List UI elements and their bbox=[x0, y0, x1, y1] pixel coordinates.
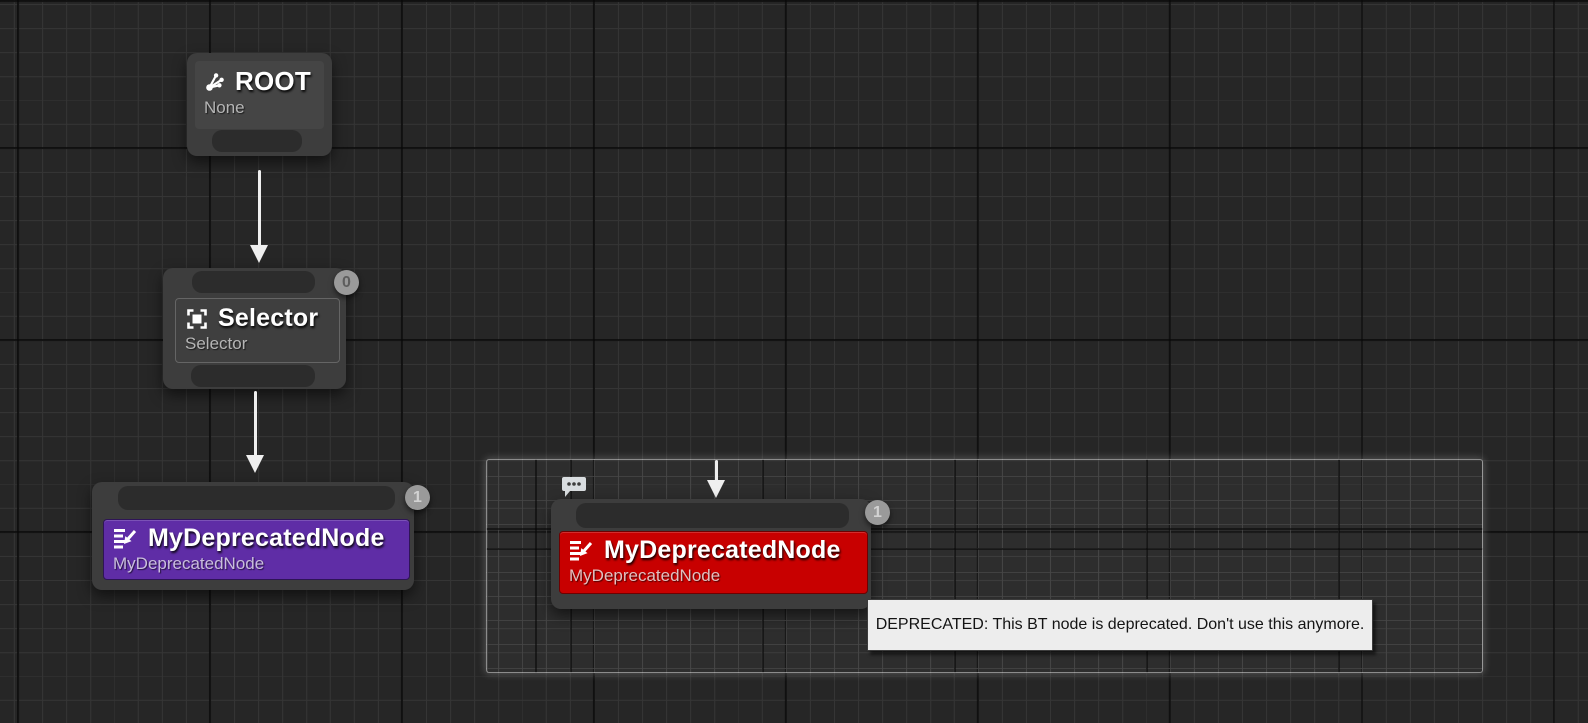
input-pin[interactable] bbox=[118, 486, 395, 510]
node-mydeprecatednode[interactable]: 1 MyDeprecatedNode MyDeprecatedNode bbox=[92, 482, 414, 590]
node-mydeprecatednode-body: MyDeprecatedNode MyDeprecatedNode bbox=[103, 519, 410, 580]
execution-index-badge: 1 bbox=[865, 500, 890, 525]
node-root-body: ROOT None bbox=[195, 61, 324, 129]
behavior-tree-graph-canvas[interactable]: ROOT None 0 Selecto bbox=[0, 0, 1588, 723]
connection-wire bbox=[715, 460, 718, 482]
task-icon bbox=[113, 527, 139, 551]
node-mydeprecatednode-preview: 1 MyDeprecatedNode bbox=[551, 499, 871, 609]
wire-arrowhead-icon bbox=[707, 480, 725, 498]
connection-wire bbox=[254, 391, 257, 457]
node-mydeprecatednode-preview-body: MyDeprecatedNode MyDeprecatedNode bbox=[559, 531, 868, 594]
node-subtitle: MyDeprecatedNode bbox=[104, 553, 409, 574]
node-subtitle: None bbox=[195, 97, 324, 118]
input-pin[interactable] bbox=[192, 271, 315, 293]
node-subtitle: MyDeprecatedNode bbox=[560, 565, 867, 586]
graph-icon bbox=[204, 71, 226, 93]
node-root[interactable]: ROOT None bbox=[187, 53, 332, 156]
selector-frame-icon bbox=[185, 307, 209, 331]
node-title: MyDeprecatedNode bbox=[604, 536, 841, 565]
connection-wire bbox=[258, 170, 261, 248]
task-icon bbox=[569, 539, 595, 563]
output-pin[interactable] bbox=[212, 130, 302, 152]
node-subtitle: Selector bbox=[176, 333, 339, 354]
wire-arrowhead-icon bbox=[246, 455, 264, 473]
node-selector-body: Selector Selector bbox=[175, 298, 340, 363]
input-pin bbox=[576, 503, 849, 528]
node-title: Selector bbox=[218, 304, 318, 333]
node-title: ROOT bbox=[235, 66, 311, 97]
wire-arrowhead-icon bbox=[250, 245, 268, 263]
node-tooltip-panel: 1 MyDeprecatedNode bbox=[486, 459, 1483, 673]
execution-index-badge: 1 bbox=[405, 485, 430, 510]
execution-index-badge: 0 bbox=[334, 270, 359, 295]
node-selector[interactable]: 0 Selector Selector bbox=[163, 268, 346, 389]
node-title: MyDeprecatedNode bbox=[148, 524, 385, 553]
output-pin[interactable] bbox=[191, 365, 315, 387]
comment-bubble-icon bbox=[561, 475, 587, 499]
deprecation-message: DEPRECATED: This BT node is deprecated. … bbox=[867, 599, 1373, 651]
